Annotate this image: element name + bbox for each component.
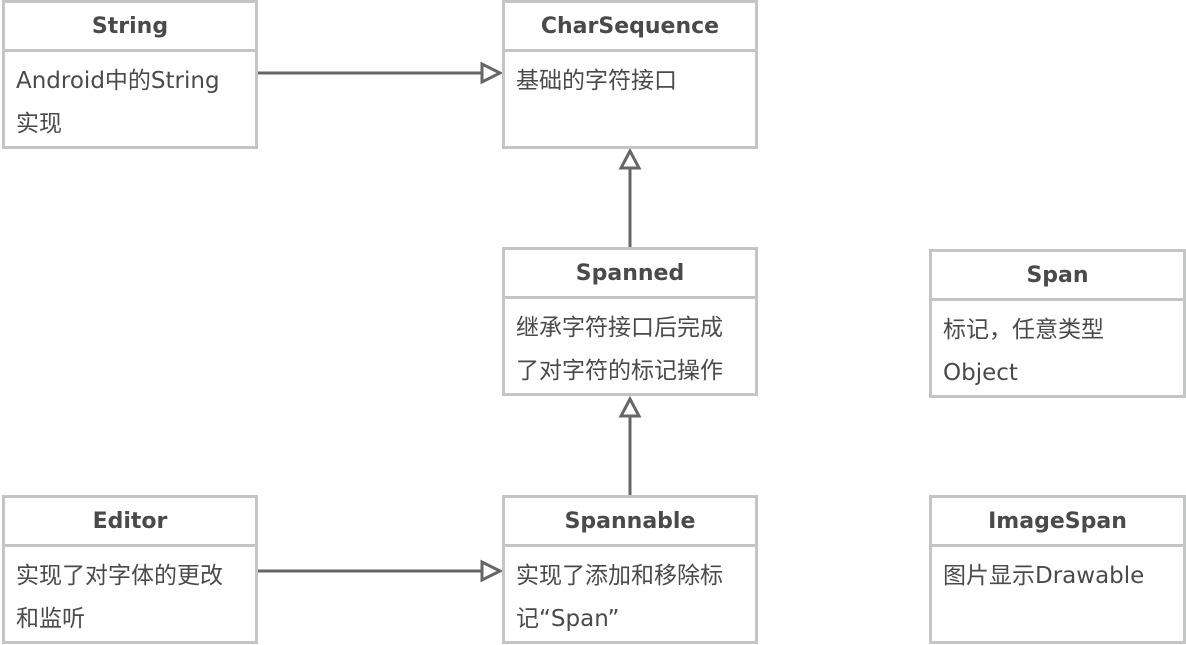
class-title: ImageSpan [932,498,1183,547]
class-box-charsequence: CharSequence 基础的字符接口 [502,0,758,149]
class-box-span: Span 标记，任意类型 Object [929,249,1186,398]
class-title: Editor [5,498,255,547]
class-title: Spannable [505,498,755,547]
description-line: Object [943,360,1018,386]
description-line: 标记，任意类型 [943,317,1104,343]
class-description: Android中的String 实现 [5,48,255,146]
class-box-string: String Android中的String 实现 [2,0,258,149]
class-description: 基础的字符接口 [505,48,755,103]
class-box-spannable: Spannable 实现了添加和移除标 记“Span” [502,495,758,644]
description-line: 了对字符的标记操作 [516,358,723,384]
description-line: 继承字符接口后完成 [516,315,723,341]
description-line: 实现 [16,111,62,137]
class-box-imagespan: ImageSpan 图片显示Drawable [929,495,1186,644]
description-line: 实现了添加和移除标 [516,563,723,589]
description-line: Android中的String [16,68,220,94]
class-description: 标记，任意类型 Object [932,297,1183,395]
class-title: Spanned [505,250,755,299]
class-title: Span [932,252,1183,301]
class-description: 实现了添加和移除标 记“Span” [505,543,755,641]
arrowhead-charsequence-left [480,61,504,85]
class-title: CharSequence [505,3,755,52]
class-description: 图片显示Drawable [932,543,1183,598]
class-title: String [5,3,255,52]
description-line: 图片显示Drawable [943,563,1145,589]
description-line: 实现了对字体的更改 [16,563,223,589]
class-box-editor: Editor 实现了对字体的更改 和监听 [2,495,258,644]
description-line: 和监听 [16,606,85,632]
class-description: 继承字符接口后完成 了对字符的标记操作 [505,295,755,393]
arrowhead-spanned-bottom [618,395,642,418]
class-box-spanned: Spanned 继承字符接口后完成 了对字符的标记操作 [502,247,758,396]
description-line: 基础的字符接口 [516,68,677,94]
description-line: 记“Span” [516,606,620,632]
class-description: 实现了对字体的更改 和监听 [5,543,255,641]
arrowhead-charsequence-bottom [618,147,642,170]
arrowhead-spannable-left [480,559,504,583]
